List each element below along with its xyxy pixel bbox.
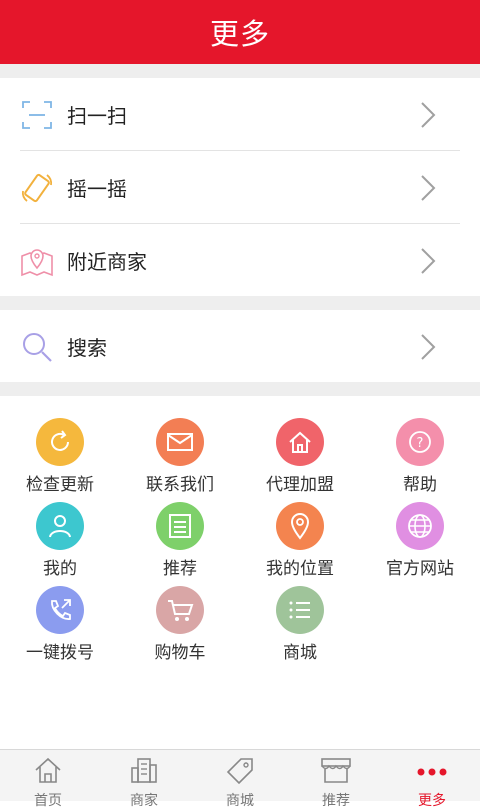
store-list-icon <box>276 586 324 634</box>
home-icon <box>276 418 324 466</box>
grid-item-label: 联系我们 <box>146 475 214 495</box>
phone-icon <box>36 586 84 634</box>
tab-label: 商城 <box>226 793 254 809</box>
tab-more[interactable]: 更多 <box>384 750 480 809</box>
help-icon: ? <box>396 418 444 466</box>
grid-item-label: 帮助 <box>403 475 437 495</box>
grid-item-recommend[interactable]: 推荐 <box>120 502 240 579</box>
menu-item-label: 摇一摇 <box>67 176 127 201</box>
grid-item-label: 推荐 <box>163 559 197 579</box>
building-icon <box>131 758 157 783</box>
mail-icon <box>156 418 204 466</box>
refresh-icon <box>36 418 84 466</box>
menu-item-label: 扫一扫 <box>67 103 127 128</box>
menu-item-nearby[interactable]: 附近商家 <box>0 224 480 296</box>
chevron-right-icon <box>421 248 436 274</box>
scan-icon <box>22 101 52 129</box>
grid-item-help[interactable]: ? 帮助 <box>360 418 480 495</box>
menu-item-search[interactable]: 搜索 <box>0 310 480 382</box>
grid-item-label: 一键拨号 <box>26 643 94 663</box>
map-pin-icon <box>21 249 53 277</box>
list-icon <box>156 502 204 550</box>
storefront-icon <box>321 758 351 783</box>
tab-label: 商家 <box>130 793 158 809</box>
grid-item-cart[interactable]: 购物车 <box>120 586 240 663</box>
tab-label: 首页 <box>34 793 62 809</box>
page-title: 更多 <box>209 17 270 51</box>
grid-item-label: 商城 <box>283 643 317 663</box>
grid-item-label: 官方网站 <box>386 559 454 579</box>
grid-item-official-site[interactable]: 官方网站 <box>360 502 480 579</box>
location-icon <box>276 502 324 550</box>
house-icon <box>35 757 61 783</box>
chevron-right-icon <box>421 175 436 201</box>
section-gap <box>0 296 480 310</box>
tab-label: 更多 <box>418 793 446 809</box>
menu-item-scan[interactable]: 扫一扫 <box>0 78 480 150</box>
section-gap <box>0 64 480 78</box>
bottom-tab-bar: 首页 商家 商城 推荐 更多 <box>0 749 480 809</box>
menu-list-primary: 扫一扫 摇一摇 附近商家 <box>0 78 480 296</box>
menu-item-shake[interactable]: 摇一摇 <box>0 151 480 223</box>
grid-item-label: 我的 <box>43 559 77 579</box>
svg-text:?: ? <box>417 436 424 451</box>
tab-home[interactable]: 首页 <box>0 750 96 809</box>
shake-phone-icon <box>21 173 53 203</box>
grid-item-mine[interactable]: 我的 <box>0 502 120 579</box>
grid-item-label: 代理加盟 <box>266 475 334 495</box>
grid-item-label: 检查更新 <box>26 475 94 495</box>
user-icon <box>36 502 84 550</box>
menu-item-label: 附近商家 <box>67 249 147 274</box>
section-gap <box>0 382 480 396</box>
chevron-right-icon <box>421 334 436 360</box>
tab-merchants[interactable]: 商家 <box>96 750 192 809</box>
grid-item-mall[interactable]: 商城 <box>240 586 360 663</box>
globe-icon <box>396 502 444 550</box>
tab-recommend[interactable]: 推荐 <box>288 750 384 809</box>
grid-item-contact-us[interactable]: 联系我们 <box>120 418 240 495</box>
menu-list-search: 搜索 <box>0 310 480 382</box>
tab-mall[interactable]: 商城 <box>192 750 288 809</box>
search-icon <box>23 333 52 362</box>
grid-item-my-location[interactable]: 我的位置 <box>240 502 360 579</box>
header-bar: 更多 <box>0 0 480 64</box>
grid-item-check-update[interactable]: 检查更新 <box>0 418 120 495</box>
grid-item-quick-dial[interactable]: 一键拨号 <box>0 586 120 663</box>
tab-label: 推荐 <box>322 793 350 809</box>
tag-icon <box>226 758 253 785</box>
more-dots-icon <box>417 768 447 776</box>
grid-item-franchise[interactable]: 代理加盟 <box>240 418 360 495</box>
grid-item-label: 我的位置 <box>266 559 334 579</box>
cart-icon <box>156 586 204 634</box>
grid-item-label: 购物车 <box>154 643 206 663</box>
chevron-right-icon <box>421 102 436 128</box>
menu-item-label: 搜索 <box>67 335 107 360</box>
